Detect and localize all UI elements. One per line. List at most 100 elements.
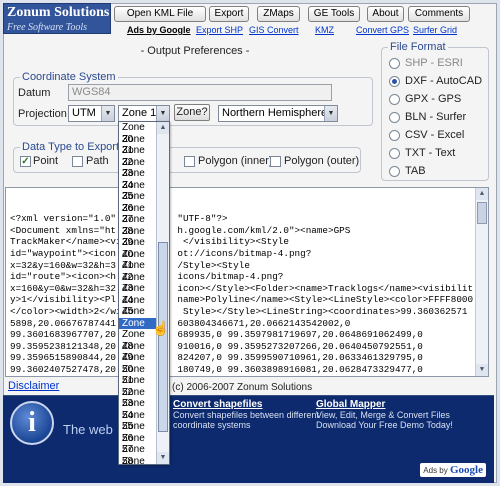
format-csv-label: CSV - Excel <box>405 129 465 141</box>
chevron-down-icon: ▼ <box>324 106 337 121</box>
zone-option[interactable]: Zone 36 <box>119 191 157 214</box>
scroll-up-icon[interactable]: ▲ <box>476 188 488 200</box>
zone-option[interactable]: Zone 31 <box>119 134 157 157</box>
datum-field[interactable]: WGS84 <box>68 84 332 101</box>
zone-option[interactable]: Zone 45 <box>119 295 157 318</box>
code-line: 99.3611435653433,20 396765,0 99.36225173… <box>10 376 484 377</box>
code-line: <?xml version="1.0" "UTF-8"?> <box>10 213 228 225</box>
zone-dropdown-list[interactable]: Zone 30 Zone 31 Zone 32 Zone 33 Zone 34 Zone … <box>118 121 170 465</box>
zone-option[interactable]: Zone 54 <box>119 398 157 421</box>
open-kml-button[interactable]: Open KML File <box>114 6 206 22</box>
zmaps-button[interactable]: ZMaps <box>257 6 300 22</box>
code-line: 99.3595238121348,20 910016,0 99.35952732… <box>10 340 423 352</box>
scroll-down-icon[interactable]: ▼ <box>157 452 169 464</box>
kml-output-textarea[interactable]: <?xml version="1.0" "UTF-8"?> <Document x… <box>5 187 489 377</box>
zone-option[interactable]: Zone 33 <box>119 157 157 180</box>
ad-main-text[interactable]: The web <box>63 422 113 437</box>
ge-tools-button[interactable]: GE Tools <box>308 6 360 22</box>
projection-select[interactable]: UTM ▼ <box>68 105 115 122</box>
zone-select[interactable]: Zone 12 ▼ <box>118 105 170 122</box>
kmz-link[interactable]: KMZ <box>315 25 334 35</box>
format-gpx-radio[interactable] <box>389 94 400 105</box>
zone-option[interactable]: Zone 38 <box>119 214 157 237</box>
ad2-title-link[interactable]: Global Mapper <box>316 399 385 410</box>
projection-label: Projection <box>18 108 67 120</box>
ads-by-google-badge[interactable]: Ads by Google <box>420 463 486 477</box>
ad1-line2: coordinate systems <box>173 420 251 430</box>
scroll-down-icon[interactable]: ▼ <box>476 364 488 376</box>
zone-option[interactable]: Zone 43 <box>119 272 157 295</box>
format-tab-radio[interactable] <box>389 166 400 177</box>
zone-option[interactable]: Zone 53 <box>119 387 157 410</box>
zone-option[interactable]: Zone 37 <box>119 203 157 226</box>
comments-button[interactable]: Comments <box>408 6 470 22</box>
format-shp-radio[interactable] <box>389 58 400 69</box>
point-checkbox[interactable]: ✓ <box>20 156 31 167</box>
code-line: 99.3602407527478,20 180749,0 99.36038989… <box>10 363 423 375</box>
zone-option[interactable]: Zone 58 <box>119 444 157 464</box>
zone-option[interactable]: Zone 52 <box>119 375 157 398</box>
format-bln-radio[interactable] <box>389 112 400 123</box>
scroll-thumb[interactable] <box>477 202 487 224</box>
polygon-inner-label: Polygon (inner) <box>198 155 273 167</box>
zone-option[interactable]: Zone 39 <box>119 226 157 249</box>
polygon-outer-label: Polygon (outer) <box>284 155 360 167</box>
ad2-line2: Download Your Free Demo Today! <box>316 420 453 430</box>
polygon-outer-checkbox[interactable] <box>270 156 281 167</box>
zone-option[interactable]: Zone 41 <box>119 249 157 272</box>
chevron-down-icon: ▼ <box>156 106 169 121</box>
convert-gps-link[interactable]: Convert GPS <box>356 25 409 35</box>
zone-dropdown-scrollbar[interactable]: ▲ ▼ <box>156 122 169 464</box>
format-csv-radio[interactable] <box>389 130 400 141</box>
zone-option[interactable]: Zone 50 <box>119 352 157 375</box>
zone-option[interactable]: Zone 51 <box>119 364 157 387</box>
chevron-down-icon: ▼ <box>101 106 114 121</box>
surfer-grid-link[interactable]: Surfer Grid <box>413 25 457 35</box>
hemisphere-select[interactable]: Northern Hemisphere ▼ <box>218 105 338 122</box>
zone-option[interactable]: Zone 40 <box>119 237 157 260</box>
code-line: 5898,20.06676787441 603804346671,20.0662… <box>10 317 351 329</box>
zone-option[interactable]: Zone 55 <box>119 410 157 433</box>
zone-option[interactable]: Zone 59 <box>119 456 157 465</box>
zone-option[interactable]: Zone 30 <box>119 122 157 145</box>
format-txt-radio[interactable] <box>389 148 400 159</box>
code-line: TrackMaker</name><vi </visibility><Style <box>10 236 289 248</box>
ad-panel: i The web Convert shapefiles Convert sha… <box>3 395 494 483</box>
zone-option[interactable]: Zone 32 <box>119 145 157 168</box>
coordinate-system-legend: Coordinate System <box>22 71 116 83</box>
about-button[interactable]: About <box>367 6 404 22</box>
disclaimer-link[interactable]: Disclaimer <box>8 380 59 392</box>
code-line: y>1</visibility><Pl name>Polyline</name>… <box>10 294 474 306</box>
zone-help-button[interactable]: Zone? <box>174 104 210 121</box>
data-type-legend: Data Type to Export <box>22 141 120 153</box>
zone-option[interactable]: Zone 57 <box>119 433 157 456</box>
scroll-thumb[interactable] <box>158 242 168 432</box>
zone-option[interactable]: Zone 34 <box>119 168 157 191</box>
format-txt-label: TXT - Text <box>405 147 456 159</box>
zone-option[interactable]: Zone 44 <box>119 283 157 306</box>
zone-option[interactable]: Zone 49 <box>119 341 157 364</box>
brand-logo: Zonum Solutions Free Software Tools <box>3 3 111 34</box>
zone-option[interactable]: Zone 42 <box>119 260 157 283</box>
file-format-legend: File Format <box>390 41 446 53</box>
scroll-up-icon[interactable]: ▲ <box>157 122 169 134</box>
code-line: <Document xmlns="ht h.google.com/kml/2.0… <box>10 224 351 236</box>
zone-option[interactable]: Zone 56 <box>119 421 157 444</box>
code-line: x=32&y=160&w=32&h=3 /Style><Style <box>10 259 250 271</box>
export-button[interactable]: Export <box>209 6 249 22</box>
code-line: x=160&y=0&w=32&h=32 icon></Style><Folder… <box>10 282 474 294</box>
polygon-inner-checkbox[interactable] <box>184 156 195 167</box>
zone-option[interactable]: Zone 46 <box>119 306 157 329</box>
zone-option[interactable]: Zone 35 <box>119 180 157 203</box>
export-shp-link[interactable]: Export SHP <box>196 25 243 35</box>
code-line: id="route"><icon><h icons/bitmap-4.png? <box>10 271 284 283</box>
path-checkbox[interactable] <box>72 156 83 167</box>
datum-label: Datum <box>18 87 51 99</box>
format-dxf-radio[interactable] <box>389 76 400 87</box>
output-scrollbar[interactable]: ▲ ▼ <box>475 188 488 376</box>
brand-name: Zonum Solutions <box>7 5 110 20</box>
ad1-title-link[interactable]: Convert shapefiles <box>173 399 262 410</box>
code-line: id="waypoint"><icon ot://icons/bitmap-4.… <box>10 247 312 259</box>
gis-convert-link[interactable]: GIS Convert <box>249 25 299 35</box>
copyright-text: (c) 2006-2007 Zonum Solutions <box>172 382 313 393</box>
